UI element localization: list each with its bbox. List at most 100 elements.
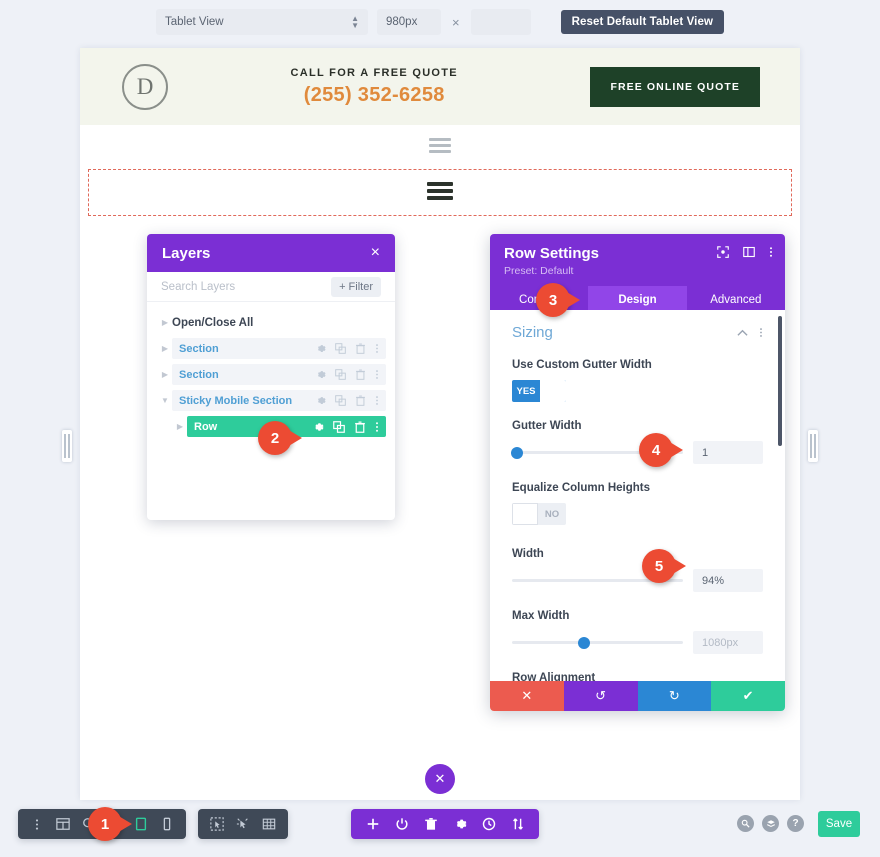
equalize-column-heights-toggle[interactable]: NO	[512, 503, 566, 525]
row-settings-action-bar: ✕ ↺ ↻ ✔	[490, 681, 785, 711]
trash-icon[interactable]	[416, 817, 445, 831]
field-use-custom-gutter-width: Use Custom Gutter Width YES	[512, 359, 763, 402]
more-options-icon[interactable]	[24, 818, 50, 831]
layer-row-section-1[interactable]: ▶ Section	[156, 338, 386, 359]
focus-target-icon[interactable]	[717, 246, 729, 258]
slider-handle[interactable]	[511, 446, 524, 459]
field-label: Max Width	[512, 610, 570, 622]
layer-row-section-2[interactable]: ▶ Section	[156, 364, 386, 385]
call-for-quote-text: CALL FOR A FREE QUOTE	[290, 66, 458, 79]
chevron-down-icon[interactable]: ▼	[158, 396, 172, 405]
more-options-icon[interactable]	[375, 343, 379, 354]
viewport-mode-select[interactable]: Tablet View ▲ ▼	[156, 9, 368, 35]
layer-row-sticky-mobile-section[interactable]: ▼ Sticky Mobile Section	[156, 390, 386, 411]
row-settings-panel: Row Settings Preset: Default Content Des…	[490, 234, 785, 711]
use-custom-gutter-width-toggle[interactable]: YES	[512, 380, 566, 402]
viewport-mode-value: Tablet View	[165, 16, 224, 28]
power-icon[interactable]	[387, 817, 416, 831]
primary-menu-row	[80, 125, 800, 169]
sticky-mobile-row-outline[interactable]	[88, 169, 792, 216]
more-options-icon[interactable]	[375, 421, 379, 433]
gutter-width-control: 1	[511, 441, 763, 464]
hover-mode-icon[interactable]	[204, 817, 230, 831]
chevron-right-icon[interactable]: ▶	[158, 370, 172, 379]
redo-button[interactable]: ↻	[637, 681, 712, 711]
phone-number-link[interactable]: (255) 352-6258	[158, 84, 590, 107]
portability-icon[interactable]	[503, 817, 532, 831]
gear-icon[interactable]	[445, 817, 474, 831]
sizing-section-controls	[737, 327, 763, 338]
close-builder-fab[interactable]: ✕	[425, 764, 455, 794]
save-button[interactable]: Save	[818, 811, 860, 837]
click-mode-icon[interactable]	[230, 817, 256, 831]
layer-label: Section	[179, 342, 219, 355]
layers-open-close-all-row[interactable]: ▶ Open/Close All	[156, 312, 386, 333]
slider-handle[interactable]	[577, 636, 590, 649]
close-icon[interactable]: ×	[371, 245, 380, 261]
field-max-width: Max Width 1080px	[512, 610, 763, 654]
help-icon-group: ?	[737, 815, 804, 832]
max-width-value: 1080px	[702, 636, 739, 649]
canvas-resize-handle-right[interactable]	[808, 430, 818, 462]
preset-dropdown[interactable]: Preset: Default	[504, 265, 771, 277]
sizing-section-title: Sizing	[512, 324, 553, 341]
layers-panel-title: Layers	[162, 244, 211, 262]
trash-icon[interactable]	[355, 343, 366, 354]
gear-icon[interactable]	[315, 343, 326, 354]
row-settings-header-actions	[717, 246, 773, 258]
search-layers-input[interactable]: Search Layers	[161, 281, 235, 293]
gear-icon[interactable]	[315, 369, 326, 380]
gear-icon[interactable]	[312, 421, 324, 433]
hamburger-menu-icon[interactable]	[429, 138, 451, 156]
more-options-icon[interactable]	[375, 395, 379, 406]
trash-icon[interactable]	[355, 369, 366, 380]
more-options-icon[interactable]	[759, 327, 763, 338]
undo-button[interactable]: ↺	[563, 681, 638, 711]
width-input[interactable]: 94%	[693, 569, 763, 592]
canvas-resize-handle-left[interactable]	[62, 430, 72, 462]
toggle-knob	[540, 380, 566, 402]
history-clock-icon[interactable]	[474, 817, 503, 831]
grid-mode-icon[interactable]	[256, 817, 282, 831]
chevron-up-icon[interactable]	[737, 329, 748, 337]
reset-default-tablet-view-button[interactable]: Reset Default Tablet View	[560, 10, 724, 34]
field-width: Width 94%	[512, 548, 763, 592]
gear-icon[interactable]	[315, 395, 326, 406]
gutter-width-input[interactable]: 1	[693, 441, 763, 464]
callout-badge-1: 1	[88, 807, 122, 841]
duplicate-icon[interactable]	[335, 369, 346, 380]
layer-item[interactable]: Section	[172, 338, 386, 359]
layer-item[interactable]: Section	[172, 364, 386, 385]
save-changes-button[interactable]: ✔	[711, 681, 785, 711]
chevron-right-icon[interactable]: ▶	[158, 344, 172, 353]
sticky-hamburger-menu-icon[interactable]	[427, 182, 453, 203]
more-options-icon[interactable]	[375, 369, 379, 380]
layers-stack-icon[interactable]	[762, 815, 779, 832]
chevron-right-icon[interactable]: ▶	[173, 422, 187, 431]
free-online-quote-button[interactable]: FREE ONLINE QUOTE	[590, 66, 760, 107]
max-width-input[interactable]: 1080px	[693, 631, 763, 654]
width-value: 94%	[702, 574, 725, 587]
viewport-height-input[interactable]	[470, 9, 531, 35]
viewport-width-input[interactable]: 980px	[377, 9, 441, 35]
field-label: Use Custom Gutter Width	[512, 359, 652, 371]
phone-view-icon[interactable]	[154, 817, 180, 831]
trash-icon[interactable]	[354, 421, 366, 433]
duplicate-icon[interactable]	[333, 420, 345, 433]
duplicate-icon[interactable]	[335, 343, 346, 354]
settings-scrollbar[interactable]	[778, 316, 782, 446]
help-question-icon[interactable]: ?	[787, 815, 804, 832]
wireframe-view-icon[interactable]	[50, 817, 76, 831]
duplicate-icon[interactable]	[335, 395, 346, 406]
max-width-slider[interactable]	[512, 636, 683, 649]
discard-changes-button[interactable]: ✕	[490, 681, 564, 711]
trash-icon[interactable]	[355, 395, 366, 406]
more-options-icon[interactable]	[769, 246, 773, 258]
filter-button[interactable]: + Filter	[331, 276, 381, 297]
panel-layout-icon[interactable]	[743, 246, 755, 258]
chevron-right-icon[interactable]: ▶	[158, 318, 172, 327]
search-icon[interactable]	[737, 815, 754, 832]
layer-item[interactable]: Sticky Mobile Section	[172, 390, 386, 411]
gutter-width-value: 1	[702, 446, 709, 459]
add-icon[interactable]	[358, 817, 387, 831]
